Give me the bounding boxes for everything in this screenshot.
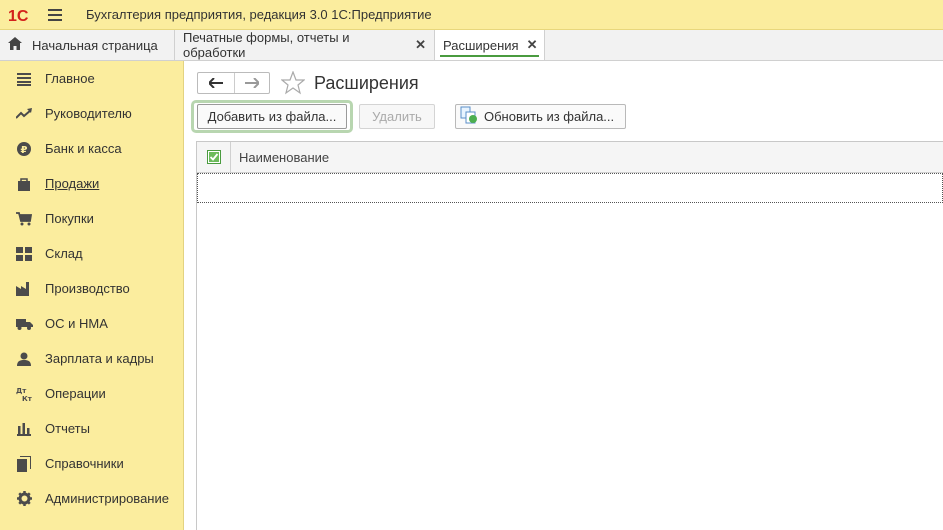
select-all-checkbox[interactable]: [197, 142, 231, 172]
main-panel: Расширения Добавить из файла... Удалить …: [185, 61, 943, 530]
svg-text:Дт: Дт: [16, 387, 27, 395]
delete-button[interactable]: Удалить: [359, 104, 435, 129]
sidebar-item-label: ОС и НМА: [45, 316, 108, 331]
books-icon: [15, 455, 33, 473]
sidebar-item-label: Производство: [45, 281, 130, 296]
gear-icon: [15, 490, 33, 508]
person-icon: [15, 350, 33, 368]
tab-extensions[interactable]: Расширения ✕: [435, 30, 545, 60]
favorite-star-icon[interactable]: [280, 70, 306, 95]
sidebar-item-label: Операции: [45, 386, 106, 401]
bag-icon: [15, 175, 33, 193]
table-row[interactable]: [197, 173, 943, 203]
add-from-file-button[interactable]: Добавить из файла...: [197, 104, 347, 129]
sidebar-item-label: Отчеты: [45, 421, 90, 436]
logo-text: 1С: [8, 8, 29, 23]
factory-icon: [15, 280, 33, 298]
svg-text:₽: ₽: [21, 145, 28, 156]
sidebar-item-label: Руководителю: [45, 106, 132, 121]
close-icon[interactable]: ✕: [415, 37, 426, 53]
back-button[interactable]: [198, 73, 234, 93]
table-header: Наименование: [197, 142, 943, 173]
sidebar-item-administration[interactable]: Администрирование: [0, 481, 183, 516]
extensions-table: Наименование: [196, 141, 943, 530]
checkbox-icon: [206, 150, 221, 164]
warehouse-icon: [15, 245, 33, 263]
cart-icon: [15, 210, 33, 228]
ruble-icon: ₽: [15, 140, 33, 158]
sidebar-item-directories[interactable]: Справочники: [0, 446, 183, 481]
tab-label: Расширения: [443, 37, 519, 53]
sidebar-item-purchases[interactable]: Покупки: [0, 201, 183, 236]
trend-icon: [15, 105, 33, 123]
sidebar-item-manager[interactable]: Руководителю: [0, 96, 183, 131]
sidebar-item-label: Справочники: [45, 456, 124, 471]
arrow-left-icon: [208, 78, 223, 88]
sidebar-item-label: Покупки: [45, 211, 94, 226]
1c-logo[interactable]: 1С: [6, 0, 40, 30]
sidebar-item-bank[interactable]: ₽ Банк и касса: [0, 131, 183, 166]
history-nav: [197, 72, 270, 94]
close-icon[interactable]: ✕: [527, 37, 538, 53]
update-button-label: Обновить из файла...: [484, 109, 615, 124]
app-title: Бухгалтерия предприятия, редакция 3.0 1С…: [86, 7, 432, 22]
sidebar-item-salary[interactable]: Зарплата и кадры: [0, 341, 183, 376]
update-from-file-button[interactable]: Обновить из файла...: [455, 104, 626, 129]
sidebar: Главное Руководителю ₽ Банк и касса Прод…: [0, 61, 184, 530]
sidebar-item-main[interactable]: Главное: [0, 61, 183, 96]
tab-label: Печатные формы, отчеты и обработки: [183, 30, 350, 60]
forward-button[interactable]: [233, 73, 270, 93]
page-title: Расширения: [314, 73, 419, 93]
sidebar-item-label: Банк и касса: [45, 141, 122, 156]
tab-home[interactable]: Начальная страница: [0, 30, 175, 60]
sidebar-item-label: Продажи: [45, 176, 100, 191]
truck-icon: [15, 315, 33, 333]
add-from-file-button-focus: Добавить из файла...: [191, 100, 353, 133]
update-file-icon: [460, 106, 478, 127]
sidebar-item-reports[interactable]: Отчеты: [0, 411, 183, 446]
title-bar: 1С Бухгалтерия предприятия, редакция 3.0…: [0, 0, 943, 30]
sidebar-item-fixed-assets[interactable]: ОС и НМА: [0, 306, 183, 341]
dt-kt-icon: Дт Кт: [15, 385, 33, 403]
sidebar-item-label: Главное: [45, 71, 95, 86]
arrow-right-icon: [244, 78, 259, 88]
column-header-name[interactable]: Наименование: [231, 142, 329, 172]
bar-chart-icon: [15, 420, 33, 438]
sidebar-item-warehouse[interactable]: Склад: [0, 236, 183, 271]
menu-icon[interactable]: [48, 0, 70, 30]
sidebar-item-operations[interactable]: Дт Кт Операции: [0, 376, 183, 411]
sidebar-item-production[interactable]: Производство: [0, 271, 183, 306]
list-icon: [15, 70, 33, 88]
sidebar-item-label: Администрирование: [45, 491, 169, 506]
sidebar-item-label: Зарплата и кадры: [45, 351, 154, 366]
sidebar-item-sales[interactable]: Продажи: [0, 166, 183, 201]
tab-print-forms[interactable]: Печатные формы, отчеты и обработки ✕: [175, 30, 435, 60]
tab-label: Начальная страница: [32, 37, 158, 53]
tab-bar: Начальная страница Печатные формы, отчет…: [0, 30, 943, 61]
svg-text:Кт: Кт: [22, 395, 32, 402]
sidebar-item-label: Склад: [45, 246, 83, 261]
home-icon: [8, 37, 22, 53]
